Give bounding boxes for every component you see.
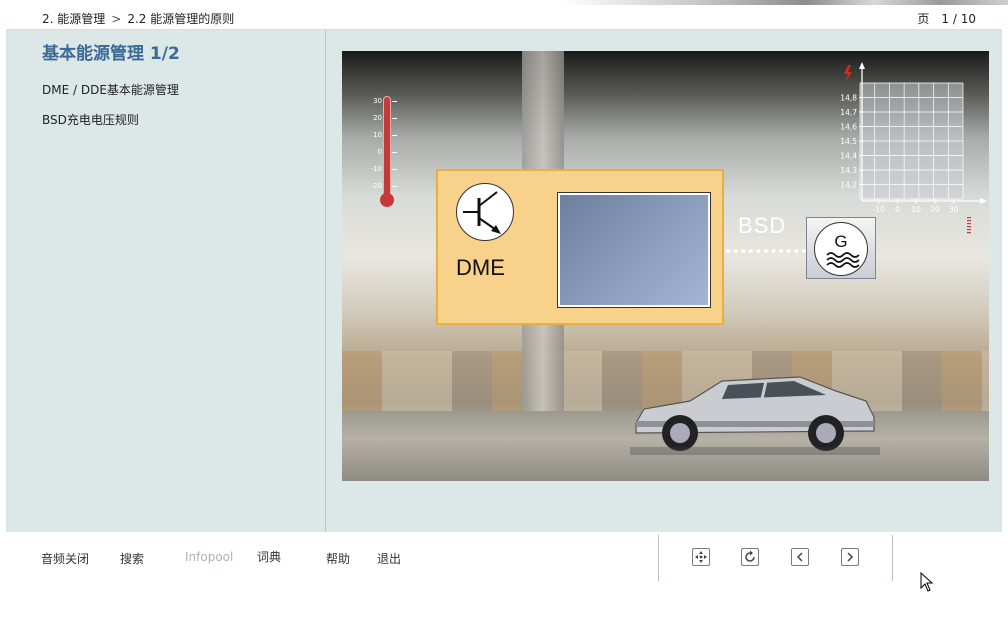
toolbar-divider — [892, 535, 893, 581]
chevron-right-icon — [847, 552, 854, 562]
thermo-tickmark — [392, 101, 397, 102]
chart-x-tick-label: -10 — [873, 205, 885, 214]
next-page-button[interactable] — [841, 548, 859, 566]
sidebar-link-dme-dde[interactable]: DME / DDE基本能源管理 — [42, 81, 179, 98]
exit-button[interactable]: 退出 — [377, 550, 401, 567]
dme-label: DME — [456, 255, 505, 280]
bottom-toolbar: 音频关闭 搜索 Infopool 词典 帮助 退出 — [6, 533, 1002, 583]
chart-y-tick-label: 14,7 — [840, 108, 857, 117]
infopool-button[interactable]: Infopool — [185, 550, 233, 564]
audio-off-button[interactable]: 音频关闭 — [41, 550, 89, 567]
chart-x-axis-arrow — [980, 198, 987, 204]
breadcrumb: 2. 能源管理 >2.2 能源管理的原则 — [42, 10, 234, 27]
thermometer-bulb — [380, 193, 394, 207]
thermo-tick: 0 — [377, 148, 382, 156]
thermo-tickmark — [392, 135, 397, 136]
voltage-chart-svg: 14,8 14,7 14,6 14,5 14,4 14,3 14,2 -10 0 10 20 30 — [840, 62, 987, 234]
dme-display-screen — [557, 192, 711, 308]
reload-button[interactable] — [741, 548, 759, 566]
breadcrumb-separator: > — [111, 12, 122, 26]
page-title: 基本能源管理 1/2 — [42, 44, 180, 64]
bsd-connection-line — [726, 249, 806, 253]
page-label: 页 — [917, 12, 930, 26]
thermometer: 30 20 10 0 -10 -20 — [364, 95, 404, 215]
chart-x-tick-label: 0 — [895, 205, 900, 214]
chart-temp-marker — [967, 226, 971, 228]
chart-temp-marker — [967, 232, 971, 234]
thermo-tick: -10 — [370, 165, 382, 173]
sidebar: 基本能源管理 1/2 DME / DDE基本能源管理 BSD充电电压规则 — [6, 30, 326, 532]
thermo-tickmark — [392, 118, 397, 119]
chart-x-tick-label: 20 — [930, 205, 940, 214]
thermo-tickmark — [392, 186, 397, 187]
chart-y-tick-label: 14,6 — [840, 123, 857, 132]
chart-y-tick-label: 14,5 — [840, 137, 857, 146]
search-button[interactable]: 搜索 — [120, 550, 144, 567]
thermo-tick: -20 — [370, 182, 382, 190]
dictionary-button[interactable]: 词典 — [257, 548, 281, 565]
transistor-icon — [456, 183, 514, 241]
chart-y-tick-label: 14,2 — [840, 181, 857, 190]
breadcrumb-chapter[interactable]: 2. 能源管理 — [42, 12, 105, 26]
page-value: 1 / 10 — [941, 12, 976, 26]
energy-management-illustration: 30 20 10 0 -10 -20 DME BSD G 14,8 14,7 1… — [342, 51, 989, 481]
bsd-label: BSD — [738, 213, 787, 238]
chart-temp-marker — [967, 220, 971, 222]
voltage-temperature-chart: 14,8 14,7 14,6 14,5 14,4 14,3 14,2 -10 0 10 20 30 — [832, 59, 989, 239]
overview-button[interactable] — [692, 548, 710, 566]
chart-y-tick-label: 14,4 — [840, 152, 857, 161]
toolbar-divider — [658, 535, 659, 581]
reload-icon — [745, 550, 755, 562]
thermo-tickmark — [392, 169, 397, 170]
chart-y-tick-label: 14,3 — [840, 166, 857, 175]
dme-control-unit: DME — [436, 169, 724, 325]
chart-temp-marker — [967, 223, 971, 225]
page-counter: 页 1 / 10 — [917, 10, 976, 27]
sidebar-link-bsd-charge-voltage[interactable]: BSD充电电压规则 — [42, 111, 139, 128]
mouse-pointer-icon — [920, 571, 934, 596]
lightning-bolt-icon — [844, 65, 852, 82]
chart-y-axis-arrow — [859, 62, 865, 69]
chart-temp-marker — [967, 229, 971, 231]
thermo-tickmark — [392, 152, 397, 153]
chart-temp-marker — [967, 217, 971, 219]
thermo-tick: 30 — [373, 97, 382, 105]
overview-icon — [695, 551, 707, 563]
help-button[interactable]: 帮助 — [326, 550, 350, 567]
thermometer-tube — [384, 97, 390, 197]
chart-y-tick-label: 14,8 — [840, 94, 857, 103]
chart-x-tick-label: 30 — [949, 205, 959, 214]
chevron-left-icon — [796, 552, 803, 562]
thermo-tick: 20 — [373, 114, 382, 122]
previous-page-button[interactable] — [791, 548, 809, 566]
thermo-tick: 10 — [373, 131, 382, 139]
suv-car-image — [630, 361, 880, 466]
breadcrumb-bar: 2. 能源管理 >2.2 能源管理的原则 页 1 / 10 — [6, 5, 1002, 30]
breadcrumb-section[interactable]: 2.2 能源管理的原则 — [127, 12, 234, 26]
chart-x-tick-label: 10 — [911, 205, 921, 214]
